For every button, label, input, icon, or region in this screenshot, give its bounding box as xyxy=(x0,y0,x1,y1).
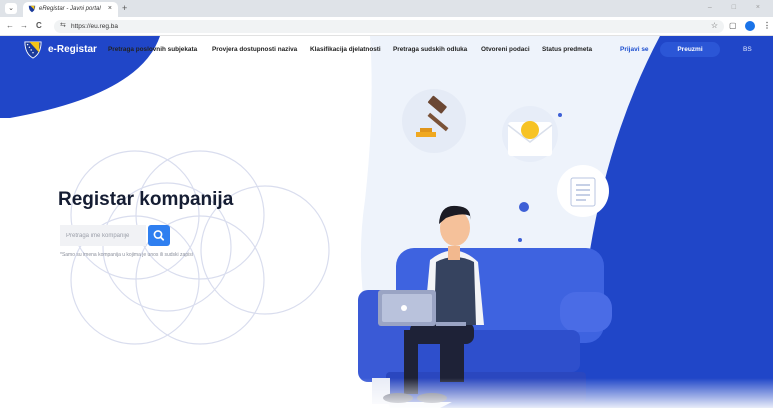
extensions-icon[interactable]: ▢ xyxy=(729,21,737,31)
tab-title: eRegistar - Javni portal xyxy=(39,6,101,12)
gavel-icon xyxy=(402,89,466,153)
search-icon xyxy=(153,230,165,241)
address-bar[interactable]: ⇆ https://eu.reg.ba ☆ xyxy=(54,20,724,33)
site-logo-text[interactable]: e-Registar xyxy=(48,44,97,56)
hero-illustration xyxy=(0,36,773,408)
site-navbar: e-Registar Pretraga poslovnih subjekata … xyxy=(0,36,773,64)
document-icon xyxy=(557,165,609,217)
nav-activity-classification[interactable]: Klasifikacija djelatnosti xyxy=(310,45,381,54)
forward-icon[interactable]: → xyxy=(20,21,28,31)
tab-close-icon[interactable]: × xyxy=(108,4,112,13)
nav-open-data[interactable]: Otvoreni podaci xyxy=(481,45,530,54)
circle-pattern xyxy=(70,150,330,345)
site-info-icon[interactable]: ⇆ xyxy=(60,21,66,29)
login-link[interactable]: Prijavi se xyxy=(620,45,649,54)
back-icon[interactable]: ← xyxy=(6,21,14,31)
web-page: e-Registar Pretraga poslovnih subjekata … xyxy=(0,36,773,408)
browser-toolbar: ← → C ⇆ https://eu.reg.ba ☆ ▢ ⋮ xyxy=(0,17,773,36)
tab-search-icon[interactable]: ⌄ xyxy=(5,3,17,14)
browser-tab-strip: ⌄ eRegistar - Javni portal × + – □ × xyxy=(0,0,773,17)
page-title: Registar kompanija xyxy=(58,189,234,210)
nav-business-search[interactable]: Pretraga poslovnih subjekata xyxy=(108,45,197,54)
search-hint-text: *Samo su imena kompanija u kojima je uno… xyxy=(60,252,193,258)
nav-name-availability[interactable]: Provjera dostupnosti naziva xyxy=(212,45,297,54)
nav-court-decisions[interactable]: Pretraga sudskih odluka xyxy=(393,45,467,54)
coat-of-arms-icon[interactable] xyxy=(24,41,42,59)
browser-menu-icon[interactable]: ⋮ xyxy=(763,21,771,31)
reload-icon[interactable]: C xyxy=(36,21,42,31)
language-switcher[interactable]: BS xyxy=(743,45,752,54)
browser-tab-active[interactable]: eRegistar - Javni portal × xyxy=(23,2,118,17)
search-button[interactable] xyxy=(148,225,170,246)
favicon-icon xyxy=(28,5,36,13)
profile-avatar-icon[interactable] xyxy=(745,21,755,31)
company-search-input[interactable] xyxy=(60,225,146,246)
envelope-icon xyxy=(502,106,558,162)
nav-case-status[interactable]: Status predmeta xyxy=(542,45,592,54)
url-text[interactable]: https://eu.reg.ba xyxy=(71,22,118,31)
window-controls[interactable]: – □ × xyxy=(708,3,769,13)
new-tab-button[interactable]: + xyxy=(122,3,127,13)
download-button[interactable]: Preuzmi xyxy=(660,42,720,57)
bookmark-star-icon[interactable]: ☆ xyxy=(711,21,718,30)
